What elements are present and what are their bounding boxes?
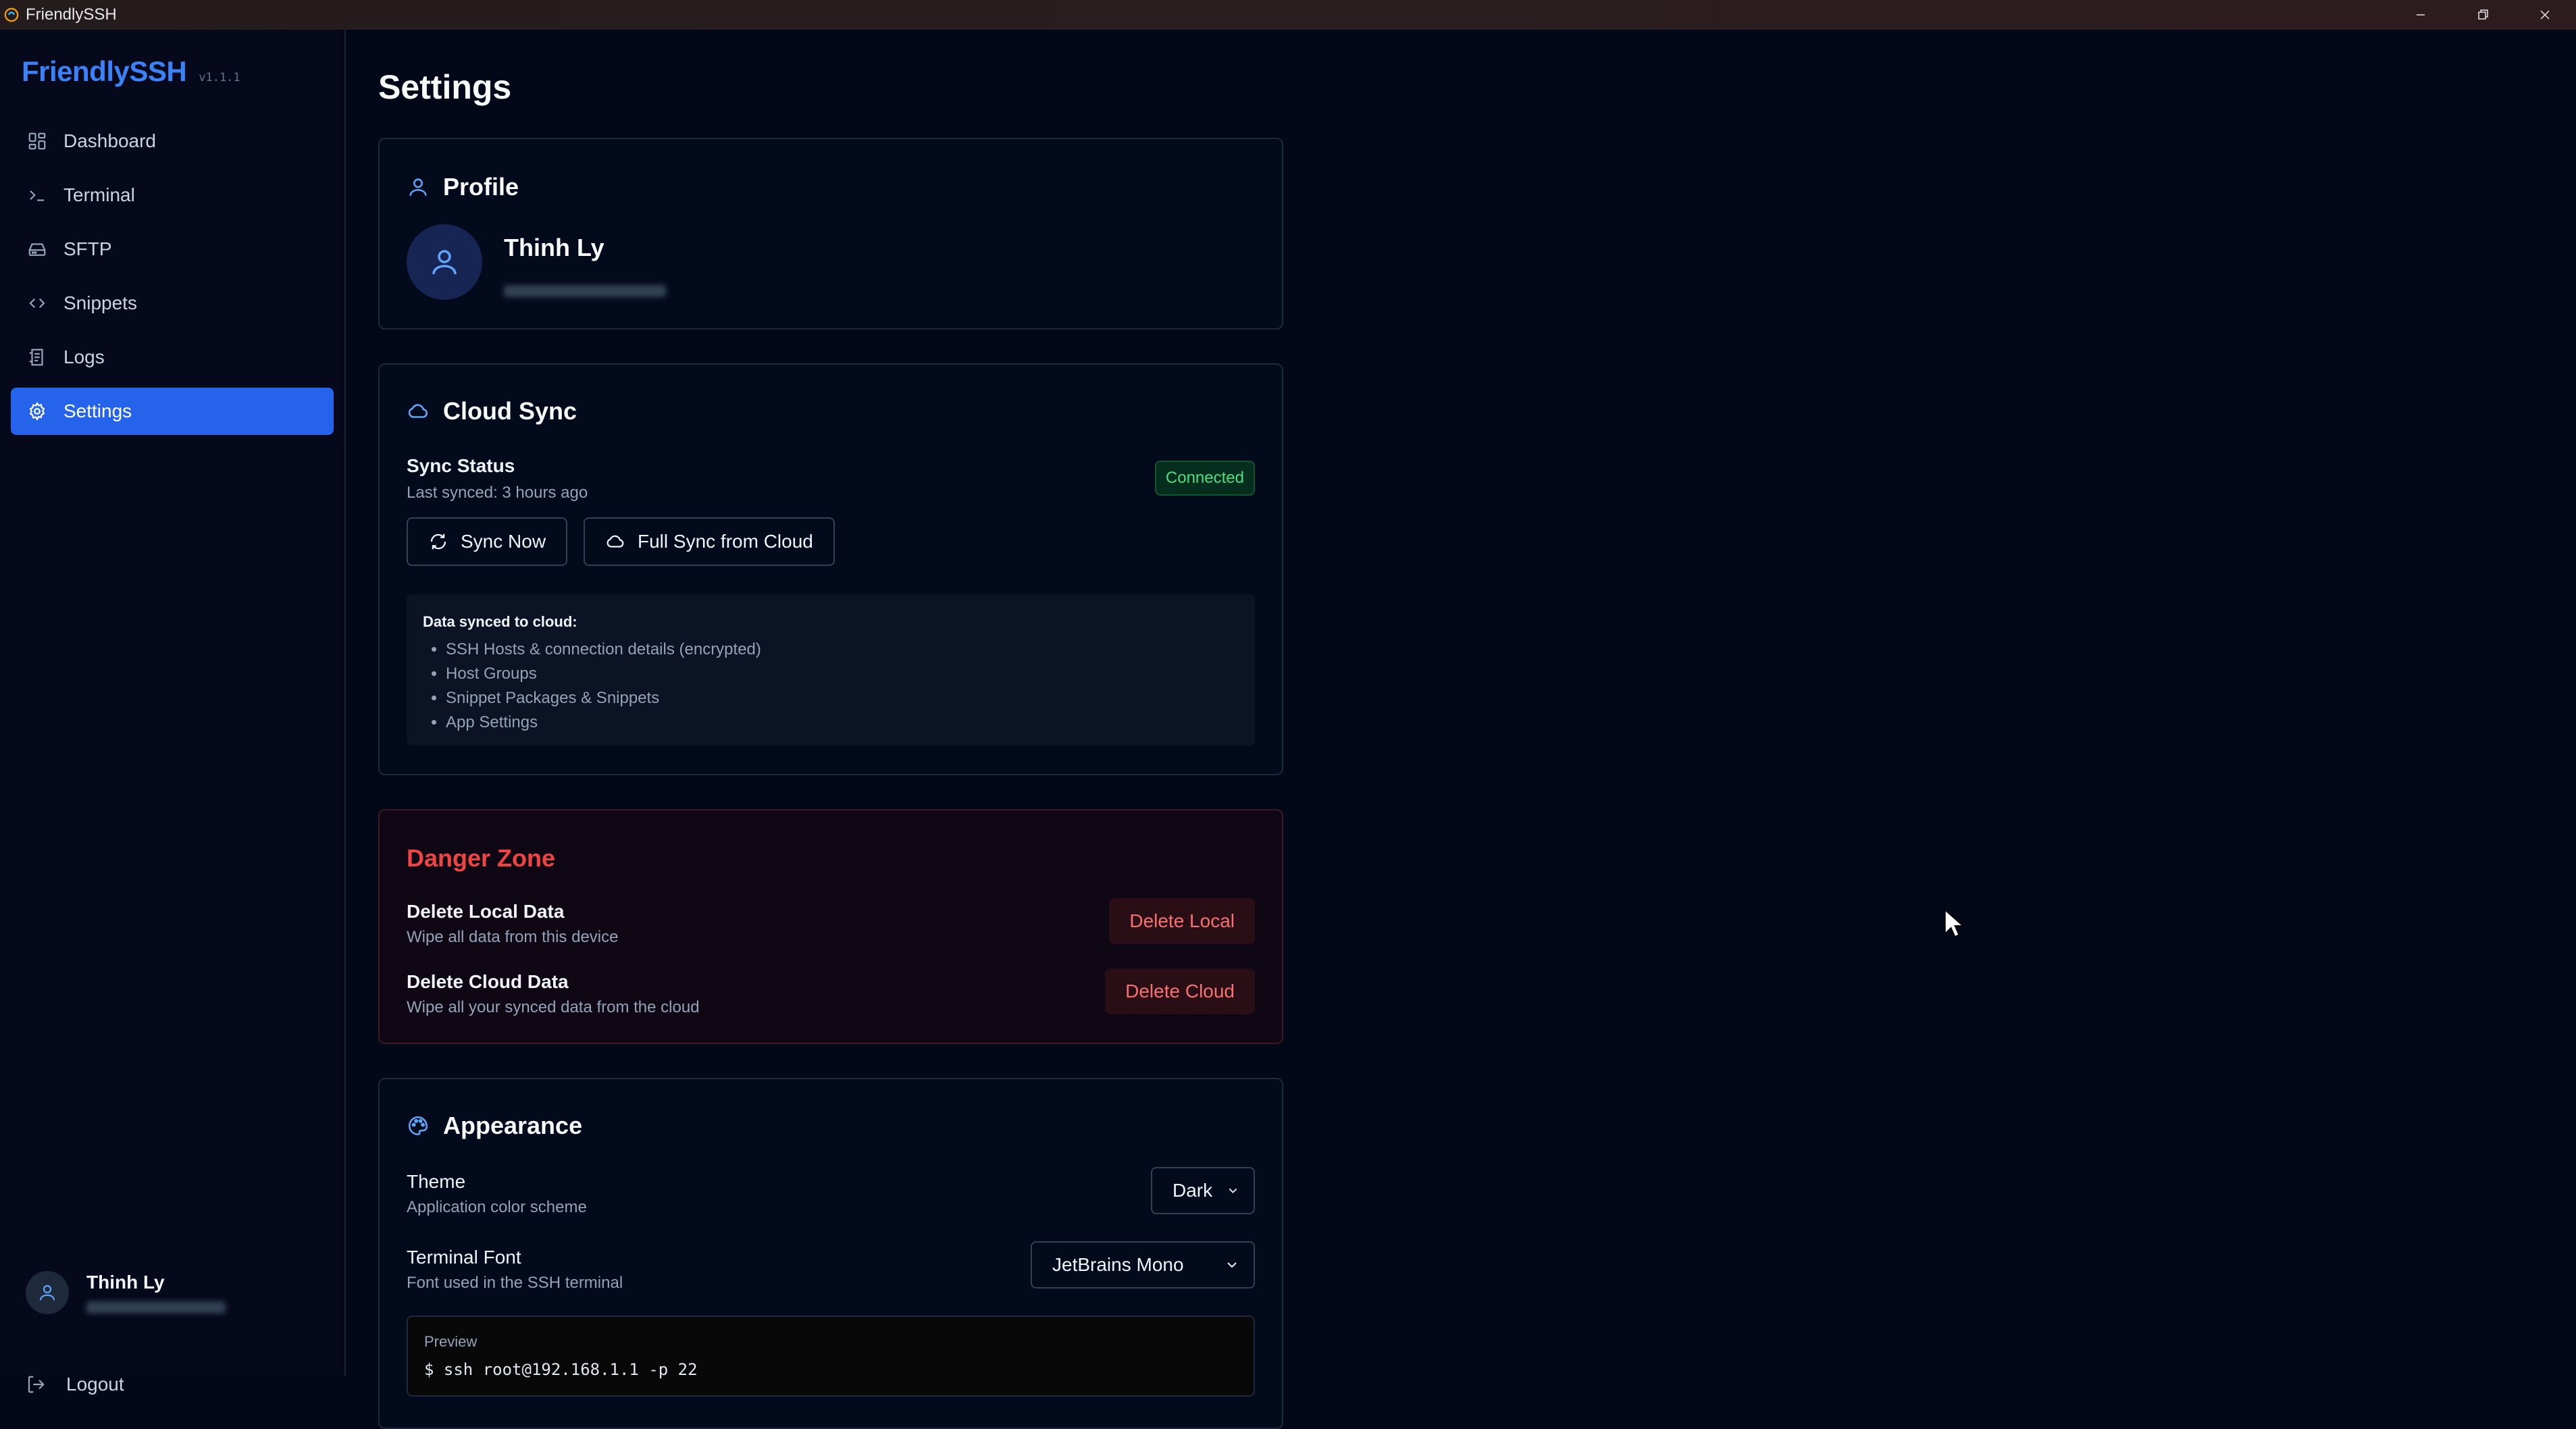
restore-button[interactable] bbox=[2452, 0, 2514, 30]
close-icon bbox=[2540, 10, 2550, 20]
restore-icon bbox=[2478, 9, 2488, 20]
minimize-button[interactable] bbox=[2390, 0, 2452, 30]
dashboard-icon bbox=[27, 131, 47, 151]
app-logo-icon bbox=[4, 7, 19, 22]
drive-icon bbox=[27, 239, 47, 259]
avatar bbox=[26, 1271, 69, 1314]
user-icon bbox=[409, 178, 427, 196]
sidebar-item-label: Terminal bbox=[63, 184, 135, 205]
delete-cloud-button[interactable]: Delete Cloud bbox=[1105, 968, 1255, 1014]
sidebar-item-label: SFTP bbox=[63, 238, 112, 259]
sidebar-item-snippets[interactable]: Snippets bbox=[11, 280, 334, 327]
synced-data-list: SSH Hosts & connection details (encrypte… bbox=[423, 638, 1239, 735]
profile-name: Thinh Ly bbox=[504, 234, 604, 261]
brand: FriendlySSH v1.1.1 bbox=[22, 55, 240, 88]
delete-cloud-desc: Wipe all your synced data from the cloud bbox=[407, 998, 700, 1016]
sidebar-item-sftp[interactable]: SFTP bbox=[11, 226, 334, 273]
sidebar-item-settings[interactable]: Settings bbox=[11, 388, 334, 435]
appearance-card-title: Appearance bbox=[407, 1112, 582, 1140]
terminal-font-label: Terminal Font bbox=[407, 1247, 521, 1268]
user-icon bbox=[39, 1284, 55, 1301]
terminal-font-value: JetBrains Mono bbox=[1052, 1254, 1184, 1275]
list-item: SSH Hosts & connection details (encrypte… bbox=[446, 638, 1239, 662]
sidebar-item-label: Dashboard bbox=[63, 130, 156, 151]
theme-select[interactable]: Dark bbox=[1151, 1167, 1255, 1214]
sidebar-item-terminal[interactable]: Terminal bbox=[11, 172, 334, 219]
refresh-icon bbox=[430, 534, 446, 550]
cloud-icon bbox=[607, 535, 624, 548]
full-sync-label: Full Sync from Cloud bbox=[638, 531, 813, 552]
logout-icon bbox=[28, 1376, 45, 1393]
code-icon bbox=[27, 293, 47, 313]
preview-label: Preview bbox=[424, 1333, 478, 1350]
profile-card: Profile Thinh Ly bbox=[378, 138, 1283, 330]
palette-icon bbox=[408, 1116, 428, 1136]
theme-select-value: Dark bbox=[1173, 1180, 1213, 1201]
sync-now-label: Sync Now bbox=[461, 531, 546, 552]
list-item: Snippet Packages & Snippets bbox=[446, 686, 1239, 710]
terminal-icon bbox=[27, 185, 47, 205]
theme-label: Theme bbox=[407, 1171, 466, 1192]
sidebar-item-dashboard[interactable]: Dashboard bbox=[11, 118, 334, 165]
sidebar-item-logs[interactable]: Logs bbox=[11, 334, 334, 381]
terminal-font-desc: Font used in the SSH terminal bbox=[407, 1274, 623, 1292]
delete-local-button[interactable]: Delete Local bbox=[1109, 898, 1255, 944]
sidebar-user[interactable]: Thinh Ly bbox=[26, 1271, 226, 1314]
list-item: App Settings bbox=[446, 710, 1239, 735]
logout-button[interactable]: Logout bbox=[26, 1374, 124, 1395]
sidebar-item-label: Snippets bbox=[63, 292, 137, 313]
window-titlebar: FriendlySSH bbox=[0, 0, 2576, 30]
sidebar-nav: Dashboard Terminal SFTP Snippets Logs Se… bbox=[11, 118, 334, 442]
danger-zone-card: Danger Zone Delete Local Data Wipe all d… bbox=[378, 809, 1283, 1044]
cloud-sync-card: Cloud Sync Sync Status Last synced: 3 ho… bbox=[378, 363, 1283, 775]
page-title: Settings bbox=[378, 68, 512, 106]
sidebar-item-label: Logs bbox=[63, 346, 105, 367]
sidebar-user-name: Thinh Ly bbox=[86, 1272, 165, 1293]
list-item: Host Groups bbox=[446, 662, 1239, 686]
font-preview: Preview $ ssh root@192.168.1.1 -p 22 bbox=[407, 1316, 1255, 1397]
danger-zone-title: Danger Zone bbox=[407, 844, 556, 872]
avatar bbox=[407, 224, 482, 300]
profile-card-title: Profile bbox=[407, 173, 519, 201]
full-sync-button[interactable]: Full Sync from Cloud bbox=[584, 517, 835, 566]
sidebar-item-label: Settings bbox=[63, 400, 132, 421]
redacted-email bbox=[86, 1301, 226, 1314]
theme-desc: Application color scheme bbox=[407, 1198, 587, 1216]
info-title: Data synced to cloud: bbox=[423, 613, 577, 630]
delete-local-label: Delete Local Data bbox=[407, 901, 565, 922]
app-version: v1.1.1 bbox=[199, 71, 240, 84]
appearance-card: Appearance Theme Application color schem… bbox=[378, 1078, 1283, 1429]
minimize-icon bbox=[2417, 14, 2425, 16]
last-synced-text: Last synced: 3 hours ago bbox=[407, 484, 588, 502]
cloud-icon bbox=[408, 404, 428, 418]
sync-status-label: Sync Status bbox=[407, 455, 515, 476]
terminal-font-select[interactable]: JetBrains Mono bbox=[1031, 1241, 1255, 1289]
synced-data-info: Data synced to cloud: SSH Hosts & connec… bbox=[407, 594, 1255, 746]
profile-title: Profile bbox=[443, 173, 519, 201]
cloud-sync-title: Cloud Sync bbox=[443, 397, 577, 425]
logout-label: Logout bbox=[66, 1374, 124, 1395]
mouse-cursor-icon bbox=[1944, 909, 1964, 938]
cloud-sync-card-title: Cloud Sync bbox=[407, 397, 577, 425]
delete-local-desc: Wipe all data from this device bbox=[407, 928, 619, 946]
delete-cloud-label: Delete Cloud Data bbox=[407, 971, 569, 992]
close-button[interactable] bbox=[2514, 0, 2576, 30]
chevron-down-icon bbox=[1229, 1188, 1237, 1193]
window-title: FriendlySSH bbox=[26, 5, 117, 24]
logs-icon bbox=[27, 347, 47, 367]
sync-now-button[interactable]: Sync Now bbox=[407, 517, 568, 566]
chevron-down-icon bbox=[1227, 1262, 1237, 1268]
sidebar: FriendlySSH v1.1.1 Dashboard Terminal SF… bbox=[0, 30, 346, 1395]
appearance-title: Appearance bbox=[443, 1112, 583, 1139]
status-badge: Connected bbox=[1154, 461, 1255, 496]
brand-name: FriendlySSH bbox=[22, 55, 187, 87]
redacted-email bbox=[504, 285, 666, 297]
gear-icon bbox=[27, 401, 47, 421]
user-icon bbox=[432, 250, 457, 275]
